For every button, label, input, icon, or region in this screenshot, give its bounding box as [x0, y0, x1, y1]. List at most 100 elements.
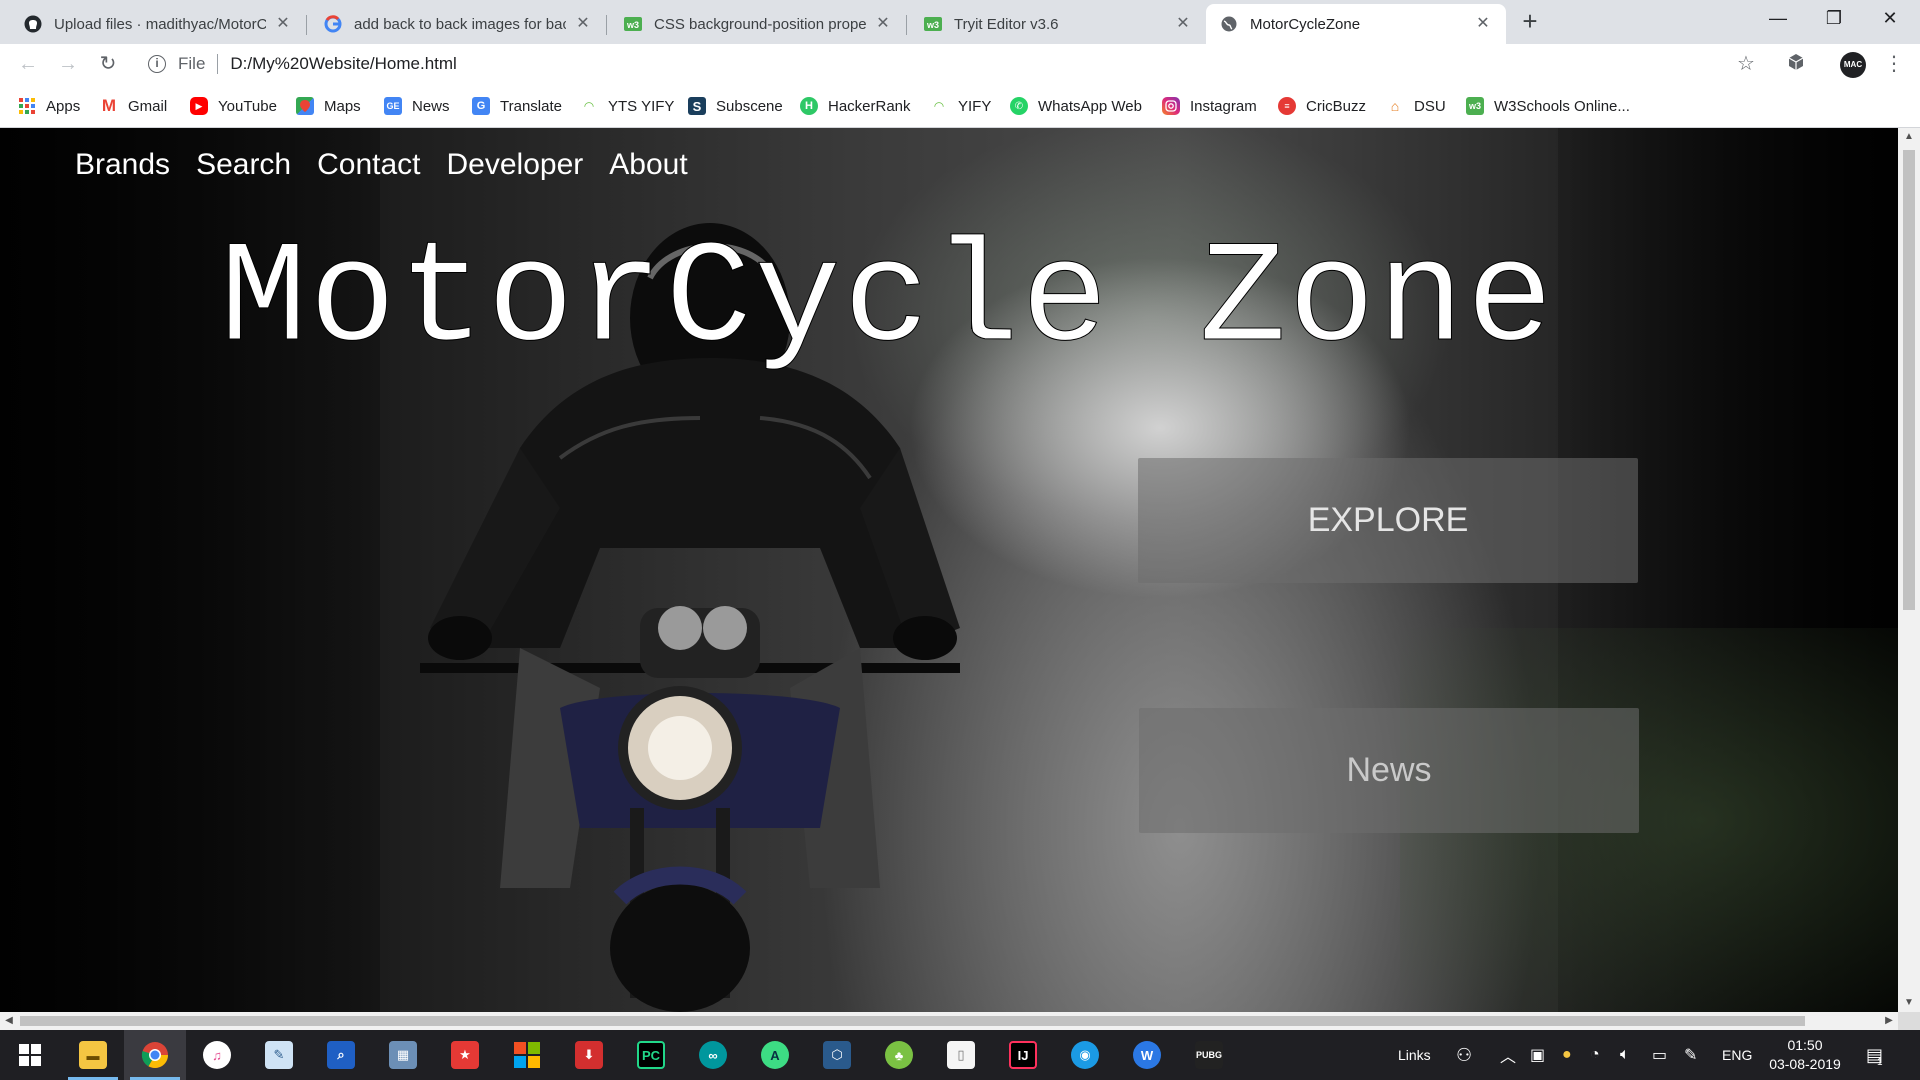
vertical-scroll-thumb[interactable]	[1903, 150, 1915, 610]
search-app-icon[interactable]: ⌕	[310, 1030, 372, 1080]
word-icon[interactable]: W	[1116, 1030, 1178, 1080]
file-explorer-icon[interactable]: ▬	[62, 1030, 124, 1080]
instagram-icon	[1162, 97, 1180, 115]
android-studio-icon[interactable]: A	[744, 1030, 806, 1080]
download-icon[interactable]: ⬇	[558, 1030, 620, 1080]
pen-icon[interactable]: ✎	[1684, 1030, 1697, 1080]
bookmark-apps[interactable]: Apps	[18, 94, 80, 118]
arduino-icon[interactable]: ∞	[682, 1030, 744, 1080]
window-close-icon[interactable]: ✕	[1862, 0, 1918, 38]
info-icon[interactable]: i	[148, 55, 166, 73]
volume-icon[interactable]: 🔈︎	[1620, 1030, 1630, 1080]
news-button[interactable]: News	[1139, 708, 1639, 833]
bookmark-hackerrank[interactable]: H HackerRank	[800, 94, 911, 118]
back-icon[interactable]: ←	[14, 50, 42, 78]
chevron-up-icon[interactable]: ︿	[1500, 1030, 1516, 1080]
nav-link-contact[interactable]: Contact	[317, 148, 420, 182]
intellij-icon[interactable]: IJ	[992, 1030, 1054, 1080]
system-clock[interactable]: 01:50 03-08-2019	[1762, 1036, 1848, 1074]
nav-link-search[interactable]: Search	[196, 148, 291, 182]
wifi-icon[interactable]: ◔	[1590, 1030, 1600, 1080]
bookmark-w3schools[interactable]: w3 W3Schools Online...	[1466, 94, 1630, 118]
reload-icon[interactable]: ↻	[94, 50, 122, 78]
evernote-icon[interactable]: ♣	[868, 1030, 930, 1080]
onedrive-icon[interactable]: ▣	[1530, 1030, 1545, 1080]
scroll-down-icon[interactable]: ▼	[1898, 994, 1920, 1012]
bookmark-app-icon[interactable]: ★	[434, 1030, 496, 1080]
bookmark-yts-yify[interactable]: ◠ YTS YIFY	[580, 94, 674, 118]
address-url[interactable]: D:/My%20Website/Home.html	[230, 54, 456, 74]
pycharm-icon[interactable]: PC	[620, 1030, 682, 1080]
battery-icon[interactable]: ▭	[1652, 1030, 1667, 1080]
scroll-left-icon[interactable]: ◀	[0, 1012, 18, 1030]
dsu-icon: ⌂	[1390, 98, 1400, 114]
bookmark-label: News	[412, 97, 450, 115]
profile-avatar[interactable]: MAC	[1840, 52, 1866, 78]
itunes-icon[interactable]: ♫	[186, 1030, 248, 1080]
notifications-icon[interactable]: ▤ 1	[1866, 1030, 1883, 1080]
virtualbox-icon[interactable]: ⬡	[806, 1030, 868, 1080]
norton-icon[interactable]: ●	[1562, 1030, 1572, 1080]
horizontal-scrollbar[interactable]: ◀ ▶	[0, 1012, 1898, 1030]
people-icon[interactable]: ⚇	[1456, 1030, 1472, 1080]
bookmark-news[interactable]: GE News	[384, 94, 450, 118]
file-icon[interactable]: ▯	[930, 1030, 992, 1080]
bookmark-whatsapp-web[interactable]: ✆ WhatsApp Web	[1010, 94, 1142, 118]
close-icon[interactable]: ✕	[874, 15, 892, 33]
horizontal-scroll-thumb[interactable]	[20, 1016, 1805, 1026]
links-toolbar[interactable]: Links	[1398, 1030, 1431, 1080]
bookmark-yify[interactable]: ◠ YIFY	[930, 94, 991, 118]
close-icon[interactable]: ✕	[1474, 15, 1492, 33]
yify-icon: ◠	[934, 99, 944, 113]
bookmark-label: YouTube	[218, 97, 277, 115]
kebab-menu-icon[interactable]: ⋮	[1882, 52, 1906, 76]
bookmark-subscene[interactable]: S Subscene	[688, 94, 783, 118]
tab-tryit-editor[interactable]: w3 Tryit Editor v3.6 ✕	[910, 4, 1206, 44]
windows-start-icon[interactable]	[0, 1030, 60, 1080]
tab-css-background-position[interactable]: w3 CSS background-position proper ✕	[610, 4, 907, 44]
notepad-icon[interactable]: ✎	[248, 1030, 310, 1080]
steam-icon[interactable]: ◉	[1054, 1030, 1116, 1080]
bookmark-label: W3Schools Online...	[1494, 97, 1630, 115]
chrome-icon[interactable]	[124, 1030, 186, 1080]
tab-motorcyclezone[interactable]: MotorCycleZone ✕	[1206, 4, 1506, 44]
forward-icon[interactable]: →	[54, 50, 82, 78]
bookmark-instagram[interactable]: Instagram	[1162, 94, 1257, 118]
site-nav: Brands Search Contact Developer About	[75, 148, 714, 182]
scroll-right-icon[interactable]: ▶	[1880, 1012, 1898, 1030]
bookmark-dsu[interactable]: ⌂ DSU	[1386, 94, 1446, 118]
new-tab-button[interactable]: +	[1514, 6, 1546, 38]
explore-button[interactable]: EXPLORE	[1138, 458, 1638, 583]
bookmark-gmail[interactable]: M Gmail	[100, 94, 167, 118]
youtube-icon: ▶	[190, 97, 208, 115]
minimize-icon[interactable]: —	[1750, 0, 1806, 38]
nav-link-about[interactable]: About	[609, 148, 687, 182]
bookmarks-bar: Apps M Gmail ▶ YouTube Maps GE News G Tr…	[0, 84, 1920, 128]
office-icon[interactable]	[496, 1030, 558, 1080]
tab-back-to-back-images[interactable]: add back to back images for bac ✕	[310, 4, 607, 44]
star-icon[interactable]: ☆	[1734, 52, 1758, 76]
extension-cube-icon[interactable]	[1784, 52, 1808, 76]
restore-icon[interactable]: ❐	[1806, 0, 1862, 38]
language-indicator[interactable]: ENG	[1722, 1030, 1752, 1080]
vertical-scrollbar[interactable]: ▲ ▼	[1898, 128, 1920, 1012]
close-icon[interactable]: ✕	[574, 15, 592, 33]
bookmark-cricbuzz[interactable]: ≡ CricBuzz	[1278, 94, 1366, 118]
address-bar[interactable]: i File D:/My%20Website/Home.html	[140, 48, 1770, 80]
gmail-icon: M	[101, 96, 117, 115]
cricbuzz-icon: ≡	[1278, 97, 1296, 115]
bookmark-label: YIFY	[958, 97, 992, 115]
tab-title: Upload files · madithyac/MotorC	[54, 15, 266, 33]
bookmark-translate[interactable]: G Translate	[472, 94, 562, 118]
bookmark-youtube[interactable]: ▶ YouTube	[190, 94, 277, 118]
bookmark-label: HackerRank	[828, 97, 911, 115]
close-icon[interactable]: ✕	[274, 15, 292, 33]
scroll-up-icon[interactable]: ▲	[1898, 128, 1920, 146]
pubg-icon[interactable]: PUBG	[1178, 1030, 1240, 1080]
nav-link-developer[interactable]: Developer	[447, 148, 584, 182]
tab-upload-files[interactable]: Upload files · madithyac/MotorC ✕	[10, 4, 307, 44]
close-icon[interactable]: ✕	[1174, 15, 1192, 33]
photos-icon[interactable]: ▦	[372, 1030, 434, 1080]
nav-link-brands[interactable]: Brands	[75, 148, 170, 182]
bookmark-maps[interactable]: Maps	[296, 94, 361, 118]
